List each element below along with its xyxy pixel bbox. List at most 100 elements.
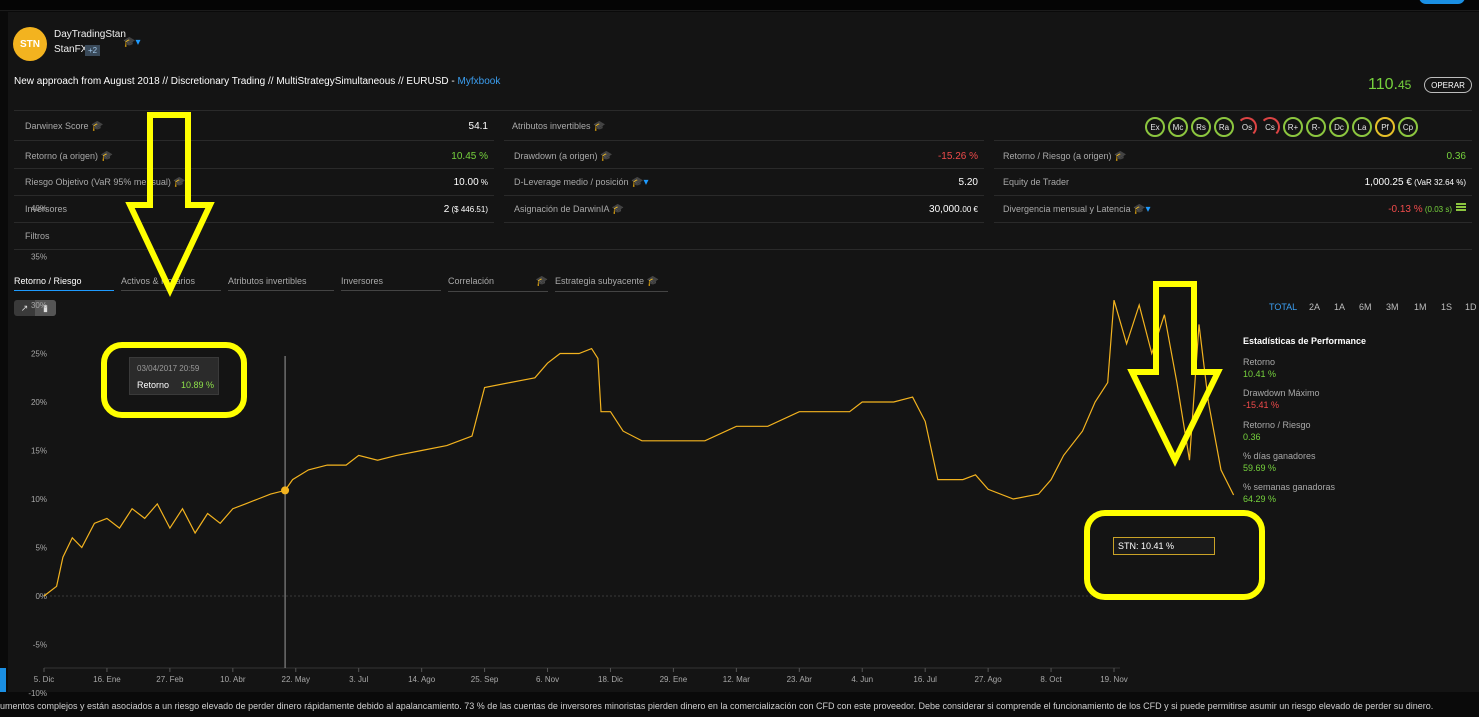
range-3m[interactable]: 3M [1386,302,1399,312]
tooltip-value: 10.89 % [181,380,215,390]
drawdown-label: Drawdown (a origen) 🎓 [514,151,613,162]
perf-retorno-value: 10.41 % [1243,369,1277,379]
equity-value: 1,000.25 € (VaR 32.64 %) [1364,177,1466,188]
retorno-label: Retorno (a origen) 🎓 [25,151,114,162]
darwinex-score-label: Darwinex Score 🎓 [25,121,104,132]
scroll-indicator[interactable] [0,668,6,692]
top-action-button[interactable] [1419,0,1465,4]
risk-disclaimer: umentos complejos y están asociados a un… [0,701,1434,711]
divider [14,140,494,141]
range-1a[interactable]: 1A [1334,302,1345,312]
tab-atributos[interactable]: Atributos invertibles [228,276,334,291]
divider [14,110,1472,111]
tab-estrategia[interactable]: Estrategia subyacente 🎓 [555,276,668,292]
divider [504,168,984,169]
bar-chart-icon[interactable]: ▮ [35,300,56,316]
badge-r-minus[interactable]: R- [1306,117,1326,137]
tab-inversores[interactable]: Inversores [341,276,441,291]
series-end-label: STN: 10.41 % [1113,537,1215,555]
badge-ex[interactable]: Ex [1145,117,1165,137]
divider [14,195,494,196]
perf-drawdown-value: -15.41 % [1243,400,1280,410]
range-2a[interactable]: 2A [1309,302,1320,312]
graduation-cap-icon[interactable]: 🎓 [1114,151,1126,162]
divergencia-value: -0.13 % (0.03 s) [1388,204,1452,215]
tooltip-label: Retorno [137,380,170,390]
asignacion-label: Asignación de DarwinIA 🎓 [514,204,625,215]
divider [14,249,1472,250]
graduation-cap-icon[interactable]: 🎓 [536,276,548,287]
account-name[interactable]: StanFX [54,44,87,55]
range-6m[interactable]: 6M [1359,302,1372,312]
riesgo-objetivo-value: 10.00 % [453,177,488,188]
perf-retorno-riesgo-label: Retorno / Riesgo [1243,420,1311,430]
perf-dias-label: % días ganadores [1243,451,1316,461]
divider [994,195,1472,196]
filtros-label[interactable]: Filtros [25,231,50,241]
graduation-cap-icon[interactable]: 🎓 [593,121,605,132]
divider [14,222,494,223]
main-panel [8,12,1479,692]
provider-name[interactable]: DayTradingStan [54,29,126,40]
operar-button[interactable]: OPERAR [1424,77,1472,93]
graduation-cap-icon[interactable]: 🎓▾ [1133,204,1150,215]
strategy-description: New approach from August 2018 // Discret… [14,76,501,87]
chart-tooltip: 03/04/2017 20:59 Retorno 10.89 % [129,357,219,395]
graduation-cap-icon[interactable]: 🎓 [612,204,624,215]
perf-semanas-label: % semanas ganadoras [1243,482,1336,492]
graduation-cap-icon[interactable]: 🎓▾ [631,177,648,188]
graduation-cap-icon[interactable]: 🎓 [173,177,185,188]
badge-r-plus[interactable]: R+ [1283,117,1303,137]
tab-correlacion[interactable]: Correlación 🎓 [448,276,548,292]
tab-activos-horarios[interactable]: Activos & Horarios [121,276,221,291]
graduation-cap-icon[interactable]: 🎓 [600,151,612,162]
badge-la[interactable]: La [1352,117,1372,137]
riesgo-objetivo-label: Riesgo Objetivo (VaR 95% mensual) 🎓 [25,177,186,188]
badge-dc[interactable]: Dc [1329,117,1349,137]
badge-os[interactable]: Os [1237,117,1257,137]
asignacion-value: 30,000.00 € [929,204,978,215]
darwin-price: 110.45 [1368,76,1412,93]
perf-retorno-riesgo-value: 0.36 [1243,432,1261,442]
divider [994,140,1472,141]
perf-drawdown-label: Drawdown Máximo [1243,388,1320,398]
perf-retorno-label: Retorno [1243,357,1276,367]
divider [14,168,494,169]
range-1d[interactable]: 1D [1465,302,1477,312]
divider [504,140,984,141]
performance-title: Estadísticas de Performance [1243,336,1367,346]
retorno-value: 10.45 % [451,151,488,162]
range-total[interactable]: TOTAL [1269,302,1297,312]
range-1m[interactable]: 1M [1414,302,1427,312]
badge-cs[interactable]: Cs [1260,117,1280,137]
tab-retorno-riesgo[interactable]: Retorno / Riesgo [14,276,114,291]
divider [994,222,1472,223]
badge-cp[interactable]: Cp [1398,117,1418,137]
divider [504,222,984,223]
graduation-cap-icon[interactable]: 🎓▾ [123,37,140,48]
d-leverage-value: 5.20 [958,177,978,188]
divider [504,195,984,196]
top-bar [0,0,1479,11]
myfxbook-link[interactable]: Myfxbook [458,76,501,87]
badge-rs[interactable]: Rs [1191,117,1211,137]
badge-pf[interactable]: Pf [1375,117,1395,137]
provider-avatar: STN [13,27,47,61]
atributos-label: Atributos invertibles 🎓 [512,121,606,132]
retorno-riesgo-label: Retorno / Riesgo (a origen) 🎓 [1003,151,1127,162]
graduation-cap-icon[interactable]: 🎓 [647,276,659,287]
chart-type-toggle[interactable]: ↗ ▮ [14,300,56,316]
badge-mc[interactable]: Mc [1168,117,1188,137]
perf-semanas-value: 64.29 % [1243,494,1277,504]
range-1s[interactable]: 1S [1441,302,1452,312]
graduation-cap-icon[interactable]: 🎓 [91,121,103,132]
drawdown-value: -15.26 % [937,151,978,162]
badge-ra[interactable]: Ra [1214,117,1234,137]
plus-badge[interactable]: +2 [85,45,101,56]
inversores-value: 2 ($ 446.51) [443,204,488,215]
graduation-cap-icon[interactable]: 🎓 [101,151,113,162]
perf-dias-value: 59.69 % [1243,463,1277,473]
line-chart-icon[interactable]: ↗ [14,300,35,316]
inversores-label: Inversores [25,204,68,214]
latency-bars-icon [1456,203,1466,212]
